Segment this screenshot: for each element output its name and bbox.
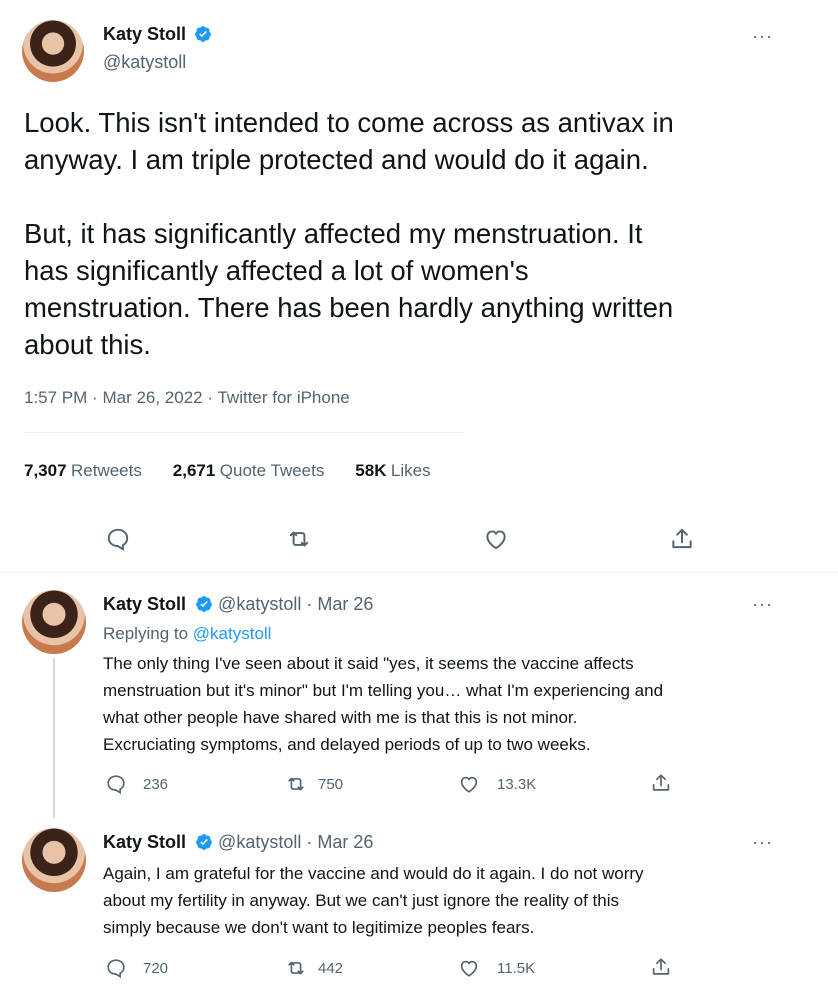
- more-options-button[interactable]: ···: [752, 26, 773, 47]
- retweet-icon[interactable]: [286, 526, 312, 552]
- thread-connector: [53, 658, 55, 818]
- avatar[interactable]: [22, 20, 84, 82]
- verified-badge-icon: [194, 25, 212, 43]
- reply-icon[interactable]: [105, 526, 131, 552]
- reply-text: Again, I am grateful for the vaccine and…: [103, 864, 644, 937]
- share-icon[interactable]: [650, 956, 672, 978]
- avatar[interactable]: [22, 828, 86, 892]
- like-count: 11.5K: [497, 960, 536, 977]
- more-options-button[interactable]: ···: [752, 832, 773, 853]
- more-options-button[interactable]: ···: [752, 594, 773, 615]
- tweet-source[interactable]: Twitter for iPhone: [217, 388, 349, 407]
- verified-badge-icon: [195, 833, 213, 851]
- separator: ·: [92, 388, 98, 407]
- retweets-count: 7,307: [24, 461, 67, 480]
- replying-prefix: Replying to: [103, 624, 193, 643]
- author-handle[interactable]: @katystoll: [103, 52, 186, 73]
- reply-header: Katy Stoll @katystoll · Mar 26: [103, 832, 373, 853]
- divider: [24, 432, 464, 433]
- likes-label: Likes: [390, 461, 431, 480]
- quotes-stat[interactable]: 2,671 Quote Tweets: [172, 461, 329, 480]
- retweet-count: 750: [318, 776, 344, 793]
- heart-icon[interactable]: [458, 773, 480, 795]
- retweet-icon[interactable]: [285, 957, 307, 979]
- tweet-meta: 1:57 PM · Mar 26, 2022 · Twitter for iPh…: [24, 388, 350, 408]
- tweet-date[interactable]: Mar 26, 2022: [102, 388, 202, 407]
- separator: ·: [306, 594, 313, 614]
- replying-to: Replying to @katystoll: [103, 624, 271, 644]
- retweets-label: Retweets: [71, 461, 142, 480]
- author-line: Katy Stoll: [103, 24, 212, 45]
- retweet-icon[interactable]: [285, 773, 307, 795]
- share-icon[interactable]: [669, 526, 695, 552]
- reply-header: Katy Stoll @katystoll · Mar 26: [103, 594, 373, 615]
- author-name[interactable]: Katy Stoll: [103, 594, 186, 614]
- tweet-time[interactable]: 1:57 PM: [24, 388, 87, 407]
- author-name[interactable]: Katy Stoll: [103, 24, 186, 44]
- like-count: 13.3K: [497, 776, 537, 793]
- divider: [0, 572, 838, 573]
- avatar[interactable]: [22, 590, 86, 654]
- retweets-stat[interactable]: 7,307 Retweets: [24, 461, 146, 480]
- likes-count: 58K: [355, 461, 387, 480]
- author-name[interactable]: Katy Stoll: [103, 832, 186, 852]
- heart-icon[interactable]: [483, 526, 509, 552]
- reply-icon[interactable]: [105, 773, 127, 795]
- replying-to-link[interactable]: @katystoll: [193, 624, 272, 643]
- quotes-label: Quote Tweets: [219, 461, 325, 480]
- reply-text: The only thing I've seen about it said "…: [103, 654, 664, 754]
- separator: ·: [306, 832, 313, 852]
- reply-count: 236: [143, 776, 169, 793]
- reply-icon[interactable]: [105, 957, 127, 979]
- separator: ·: [207, 388, 214, 407]
- retweet-count: 442: [318, 960, 344, 977]
- tweet-text: Look. This isn't intended to come across…: [24, 107, 674, 360]
- verified-badge-icon: [195, 595, 213, 613]
- share-icon[interactable]: [650, 772, 672, 794]
- reply-count: 720: [143, 960, 169, 977]
- tweet-stats: 7,307 Retweets 2,671 Quote Tweets 58K Li…: [24, 461, 431, 481]
- likes-stat[interactable]: 58K Likes: [355, 461, 431, 480]
- reply-date[interactable]: Mar 26: [317, 832, 373, 852]
- reply-date[interactable]: Mar 26: [317, 594, 373, 614]
- author-handle[interactable]: @katystoll: [218, 832, 301, 852]
- heart-icon[interactable]: [458, 957, 480, 979]
- author-handle[interactable]: @katystoll: [218, 594, 301, 614]
- quotes-count: 2,671: [172, 461, 216, 480]
